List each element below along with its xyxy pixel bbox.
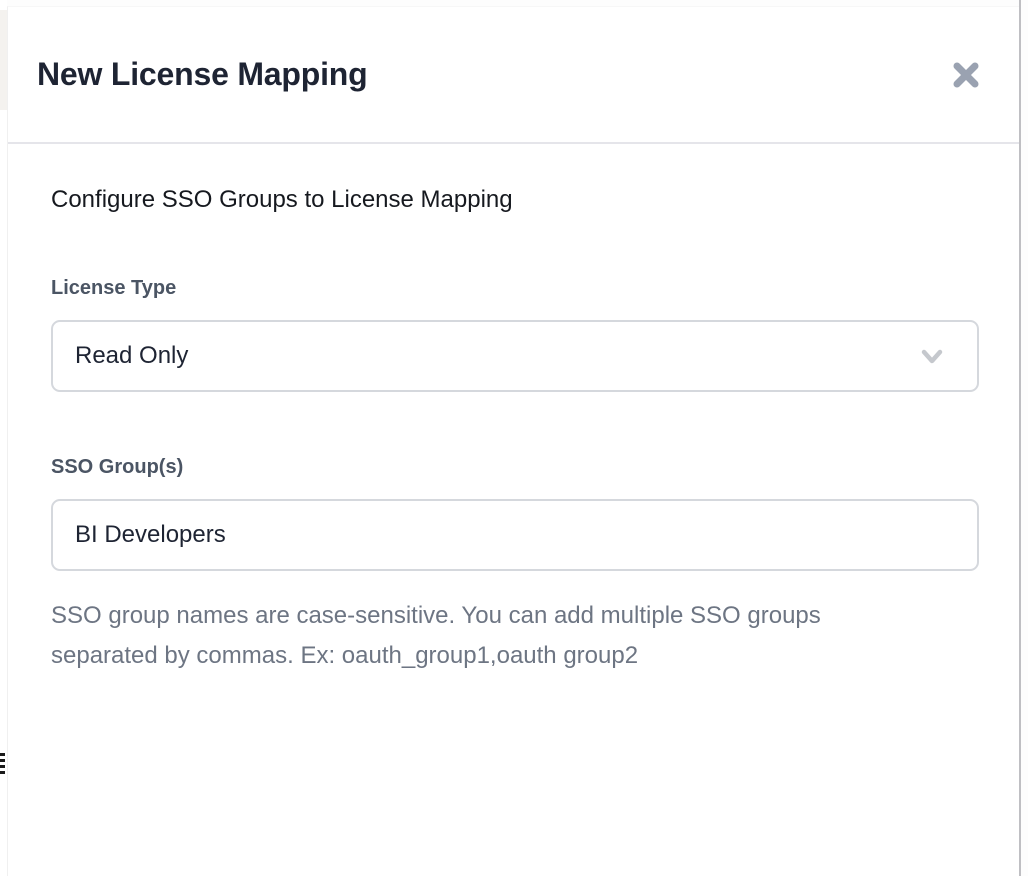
sso-groups-label: SSO Group(s) (51, 456, 977, 479)
close-x-icon (950, 59, 982, 91)
close-button[interactable] (949, 58, 983, 92)
menu-dash (0, 771, 5, 774)
new-license-mapping-modal: New License Mapping Configure SSO Groups… (7, 6, 1019, 876)
license-type-label: License Type (51, 277, 977, 300)
license-type-select[interactable]: Read Only (51, 320, 979, 392)
menu-dash (0, 765, 5, 768)
helper-line-2: separated by commas. Ex: oauth_group1,oa… (51, 636, 977, 676)
modal-title: New License Mapping (37, 56, 367, 93)
license-type-selected-value: Read Only (75, 342, 188, 370)
chevron-down-icon (917, 341, 947, 371)
sso-groups-input[interactable] (51, 499, 979, 571)
window-edge-line (1019, 0, 1021, 876)
background-block-fragment (0, 10, 7, 110)
helper-line-1: SSO group names are case-sensitive. You … (51, 596, 977, 636)
menu-dash (0, 759, 5, 762)
menu-icon-fragment (0, 753, 5, 777)
background-page-sliver (0, 0, 7, 876)
modal-header: New License Mapping (8, 7, 1019, 144)
menu-dash (0, 753, 5, 756)
sso-groups-helper-text: SSO group names are case-sensitive. You … (51, 596, 977, 676)
screen: New License Mapping Configure SSO Groups… (0, 0, 1028, 876)
modal-body: Configure SSO Groups to License Mapping … (8, 144, 1019, 676)
intro-text: Configure SSO Groups to License Mapping (51, 186, 977, 214)
